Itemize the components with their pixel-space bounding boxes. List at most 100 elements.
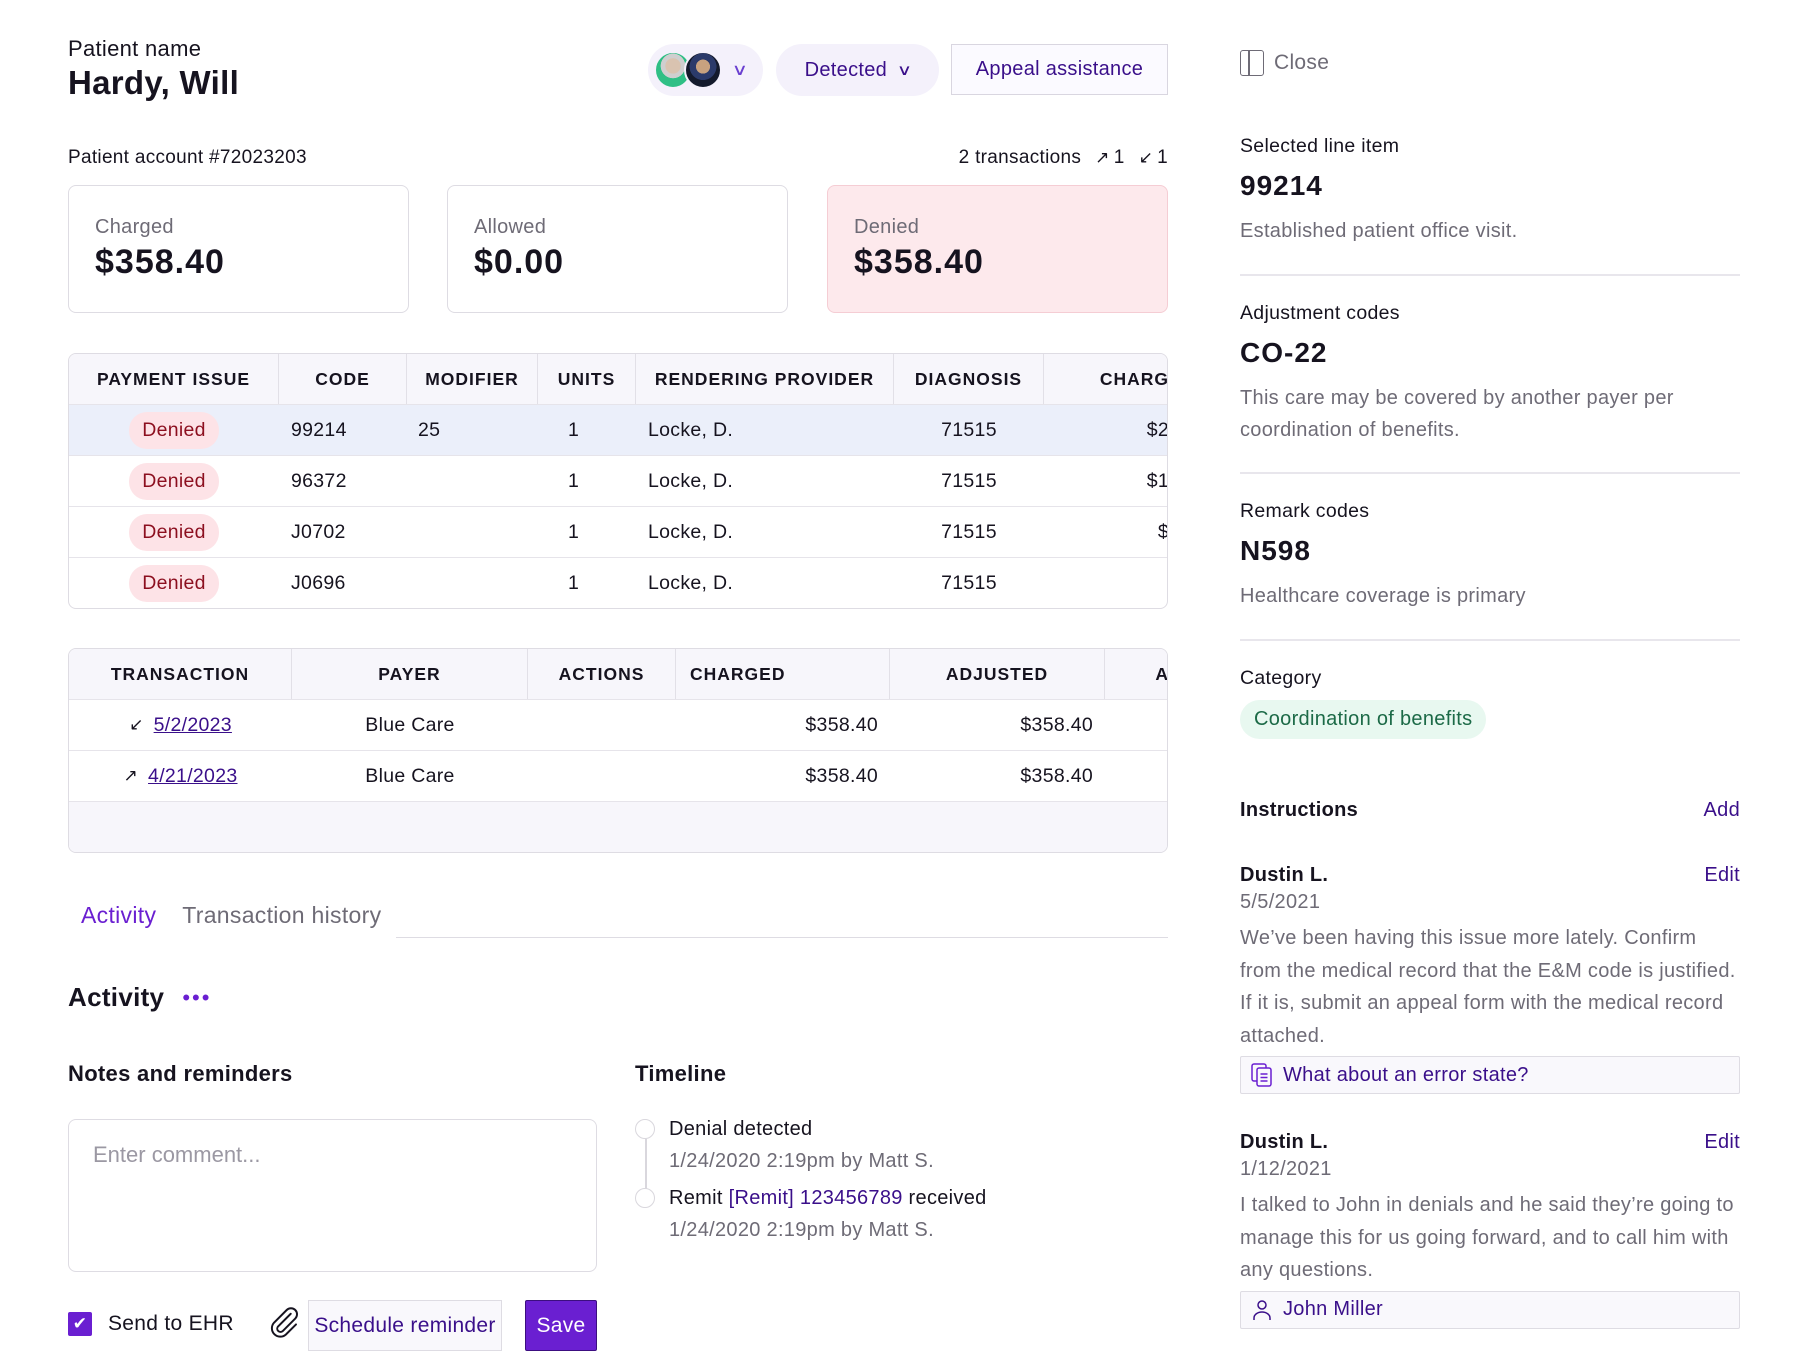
arrow-up-right-icon: ↗ bbox=[1095, 148, 1110, 167]
schedule-reminder-button[interactable]: Schedule reminder bbox=[308, 1300, 502, 1351]
transactions-table: TRANSACTION PAYER ACTIONS CHARGED ADJUST… bbox=[68, 648, 1168, 853]
denied-card: Denied $358.40 bbox=[827, 185, 1168, 313]
chevron-down-icon: ∨ bbox=[731, 62, 749, 79]
remit-link[interactable]: [Remit] 123456789 bbox=[729, 1187, 903, 1209]
table-row[interactable]: ↗ 4/21/2023 Blue Care $358.40 $358.40 bbox=[69, 750, 1167, 801]
payment-issue-badge: Denied bbox=[129, 411, 219, 449]
column-header[interactable]: CHARG bbox=[1044, 354, 1167, 404]
edit-note-link[interactable]: Edit bbox=[1704, 1131, 1740, 1154]
table-row[interactable]: Denied J0696 1 Locke, D. 71515 bbox=[69, 557, 1167, 608]
extra-cell bbox=[1105, 700, 1167, 750]
remark-code: N598 bbox=[1240, 535, 1311, 566]
table-row[interactable]: Denied 96372 1 Locke, D. 71515 $1 bbox=[69, 455, 1167, 506]
diagnosis-cell: 71515 bbox=[941, 520, 997, 543]
column-header[interactable]: DIAGNOSIS bbox=[894, 354, 1044, 404]
diagnosis-cell: 71515 bbox=[941, 571, 997, 594]
selected-line-item-label: Selected line item bbox=[1240, 135, 1400, 157]
outgoing-count: 1 bbox=[1113, 147, 1125, 168]
patient-name: Hardy, Will bbox=[68, 64, 240, 101]
patient-name-label: Patient name bbox=[68, 36, 202, 61]
send-to-ehr-checkbox[interactable]: ✔ bbox=[68, 1312, 92, 1336]
timeline-title: Timeline bbox=[635, 1061, 727, 1086]
diagnosis-cell: 71515 bbox=[941, 418, 997, 441]
close-label: Close bbox=[1274, 51, 1330, 74]
adjustment-codes-label: Adjustment codes bbox=[1240, 302, 1400, 324]
charged-cell: $358.40 bbox=[805, 713, 878, 736]
assignees-dropdown[interactable]: ∨ bbox=[648, 44, 763, 96]
timeline-meta: 1/24/2020 2:19pm by Matt S. bbox=[669, 1150, 934, 1172]
provider-cell: Locke, D. bbox=[648, 469, 734, 492]
units-cell: 1 bbox=[568, 520, 580, 543]
transaction-date-link[interactable]: 5/2/2023 bbox=[154, 714, 232, 737]
close-panel-button[interactable]: Close bbox=[1240, 50, 1740, 76]
charged-cell: $358.40 bbox=[805, 764, 878, 787]
table-row[interactable]: Denied 99214 25 1 Locke, D. 71515 $2 bbox=[69, 404, 1167, 455]
instructions-header: Instructions Add bbox=[1240, 799, 1740, 822]
activity-title: Activity bbox=[68, 982, 165, 1012]
category-label: Category bbox=[1240, 667, 1322, 689]
actions-cell[interactable] bbox=[528, 700, 676, 750]
chevron-down-icon: ∨ bbox=[896, 62, 913, 79]
column-header[interactable]: PAYMENT ISSUE bbox=[69, 354, 279, 404]
actions-cell[interactable] bbox=[528, 751, 676, 801]
column-header[interactable]: TRANSACTION bbox=[69, 649, 292, 699]
direction-icon: ↗ bbox=[123, 766, 139, 785]
column-header[interactable]: UNITS bbox=[538, 354, 636, 404]
selected-description: Established patient office visit. bbox=[1240, 220, 1518, 242]
add-instruction-link[interactable]: Add bbox=[1704, 799, 1741, 822]
user-icon bbox=[1253, 1299, 1271, 1320]
column-header[interactable]: CODE bbox=[279, 354, 407, 404]
activity-heading: Activity ••• bbox=[68, 982, 211, 1013]
payer-cell: Blue Care bbox=[365, 764, 455, 787]
adjustment-code: CO-22 bbox=[1240, 337, 1328, 368]
table-row[interactable]: Denied J0702 1 Locke, D. 71515 $ bbox=[69, 506, 1167, 557]
adjusted-cell: $358.40 bbox=[1020, 764, 1093, 787]
column-header[interactable]: ACTIONS bbox=[528, 649, 676, 699]
column-header[interactable]: PAYER bbox=[292, 649, 528, 699]
divider bbox=[1240, 639, 1740, 641]
column-header[interactable]: A bbox=[1105, 649, 1167, 699]
save-button[interactable]: Save bbox=[525, 1300, 597, 1351]
paperclip-icon[interactable] bbox=[266, 1304, 302, 1340]
payer-cell: Blue Care bbox=[365, 713, 455, 736]
patient-account: Patient account #72023203 bbox=[68, 147, 307, 168]
charged-cell bbox=[1044, 558, 1167, 608]
tab-divider bbox=[396, 898, 1168, 938]
card-label: Allowed bbox=[474, 216, 547, 238]
note-attachment[interactable]: John Miller bbox=[1240, 1290, 1740, 1329]
more-options-icon[interactable]: ••• bbox=[182, 985, 211, 1011]
note-body: I talked to John in denials and he said … bbox=[1240, 1194, 1734, 1281]
tab-activity[interactable]: Activity bbox=[68, 898, 169, 929]
notes-title: Notes and reminders bbox=[68, 1061, 293, 1086]
table-header: PAYMENT ISSUE CODE MODIFIER UNITS RENDER… bbox=[69, 354, 1167, 404]
provider-cell: Locke, D. bbox=[648, 520, 734, 543]
modifier-cell bbox=[407, 558, 538, 608]
comment-input[interactable] bbox=[68, 1119, 597, 1272]
status-dropdown[interactable]: Detected ∨ bbox=[776, 44, 939, 96]
column-header[interactable]: ADJUSTED bbox=[890, 649, 1105, 699]
charged-cell: $2 bbox=[1146, 418, 1168, 441]
provider-cell: Locke, D. bbox=[648, 418, 734, 441]
payment-issue-badge: Denied bbox=[129, 564, 219, 602]
code-cell: 99214 bbox=[291, 418, 347, 441]
column-header[interactable]: MODIFIER bbox=[407, 354, 538, 404]
note-attachment[interactable]: What about an error state? bbox=[1240, 1056, 1740, 1094]
arrow-down-left-icon: ↙ bbox=[1138, 148, 1154, 167]
edit-note-link[interactable]: Edit bbox=[1704, 864, 1740, 887]
remark-description: Healthcare coverage is primary bbox=[1240, 585, 1526, 607]
instruction-note: Dustin L. Edit 5/5/2021 We’ve been havin… bbox=[1240, 864, 1740, 1094]
column-header[interactable]: CHARGED bbox=[676, 649, 890, 699]
table-row[interactable]: ↙ 5/2/2023 Blue Care $358.40 $358.40 bbox=[69, 699, 1167, 750]
timeline-meta: 1/24/2020 2:19pm by Matt S. bbox=[669, 1219, 934, 1241]
transaction-date-link[interactable]: 4/21/2023 bbox=[148, 765, 237, 788]
timeline-dot-icon bbox=[635, 1188, 655, 1208]
column-header[interactable]: RENDERING PROVIDER bbox=[636, 354, 894, 404]
tab-transaction-history[interactable]: Transaction history bbox=[169, 898, 394, 929]
table-footer bbox=[69, 801, 1167, 852]
appeal-assistance-button[interactable]: Appeal assistance bbox=[951, 44, 1168, 95]
charged-cell: $ bbox=[1157, 520, 1168, 543]
allowed-card: Allowed $0.00 bbox=[447, 185, 788, 313]
send-to-ehr[interactable]: ✔ Send to EHR bbox=[68, 1312, 234, 1336]
adjusted-cell: $358.40 bbox=[1020, 713, 1093, 736]
remark-codes-label: Remark codes bbox=[1240, 500, 1370, 522]
